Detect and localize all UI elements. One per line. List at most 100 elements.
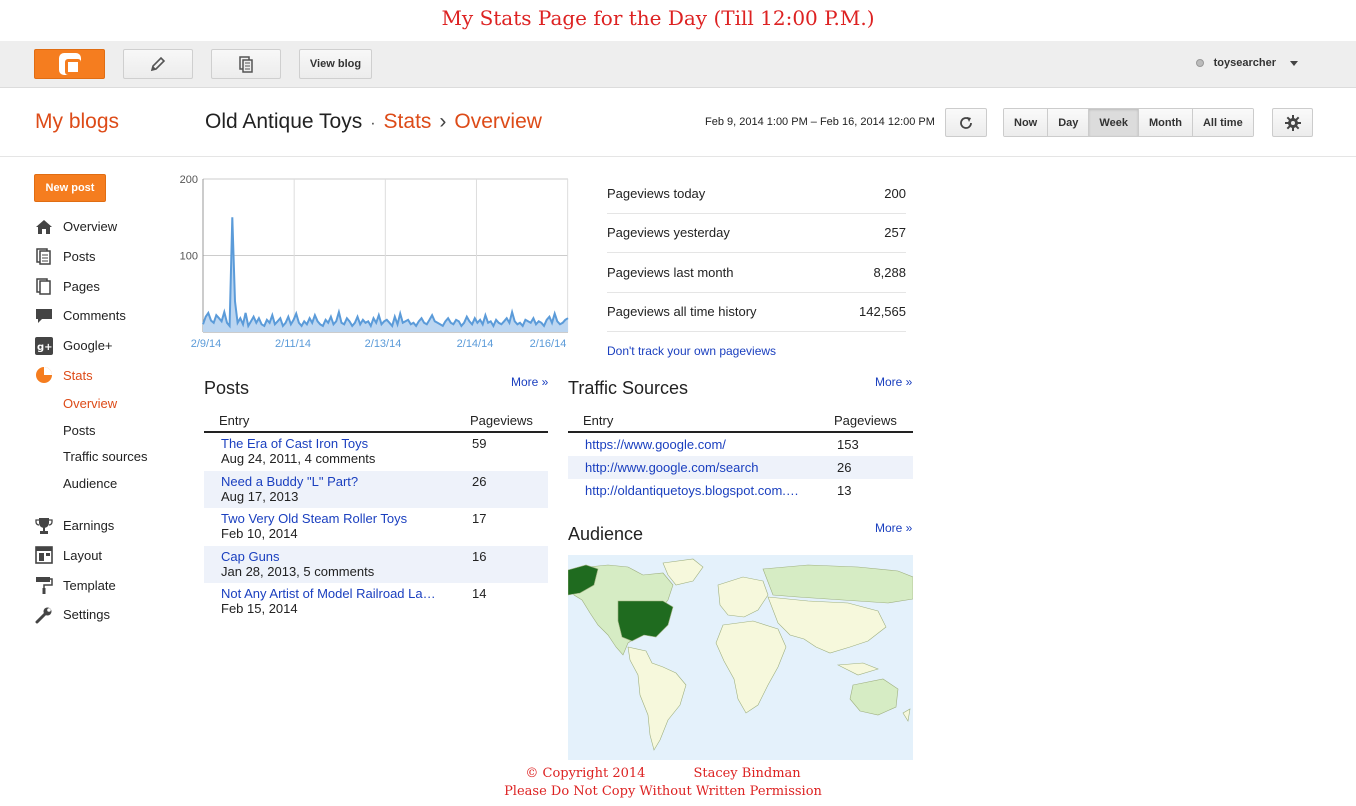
column-header-entry: Entry xyxy=(219,412,250,428)
sidebar-subitem-overview[interactable]: Overview xyxy=(34,390,184,417)
stat-value: 142,565 xyxy=(859,304,906,320)
range-month-button[interactable]: Month xyxy=(1138,109,1193,136)
blog-name: Old Antique Toys xyxy=(205,110,363,133)
post-title-link[interactable]: Two Very Old Steam Roller Toys xyxy=(221,511,457,526)
stat-label: Pageviews all time history xyxy=(607,304,757,320)
posts-icon xyxy=(34,248,54,266)
posts-table: Entry Pageviews The Era of Cast Iron Toy… xyxy=(204,409,548,621)
sidebar-item-label: Earnings xyxy=(63,518,115,534)
settings-gear-button[interactable] xyxy=(1272,108,1313,137)
sidebar-item-overview[interactable]: Overview xyxy=(34,212,184,242)
y-tick-label: 100 xyxy=(180,251,198,263)
stat-value: 200 xyxy=(884,185,906,201)
post-title-link[interactable]: Need a Buddy "L" Part? xyxy=(221,474,457,489)
traffic-pageviews: 153 xyxy=(837,437,859,452)
sidebar-subitem-traffic-sources[interactable]: Traffic sources xyxy=(34,444,184,471)
posts-more-link[interactable]: More » xyxy=(511,375,548,389)
audience-world-map xyxy=(568,555,913,760)
sidebar-item-template[interactable]: Template xyxy=(34,570,184,600)
sidebar-subitem-audience[interactable]: Audience xyxy=(34,470,184,497)
comments-icon xyxy=(34,307,54,325)
blogger-home-button[interactable] xyxy=(34,49,105,79)
breadcrumb-stats[interactable]: Stats xyxy=(384,110,432,134)
post-pageviews: 14 xyxy=(472,586,487,602)
table-row: Need a Buddy "L" Part? Aug 17, 2013 26 xyxy=(204,470,548,509)
sidebar-item-earnings[interactable]: Earnings xyxy=(34,511,184,541)
post-meta: Aug 24, 2011, 4 comments xyxy=(221,451,376,466)
audience-title: Audience xyxy=(568,524,644,544)
range-day-button[interactable]: Day xyxy=(1048,109,1090,136)
post-title-link[interactable]: Cap Guns xyxy=(221,549,457,564)
stats-icon xyxy=(34,366,54,384)
breadcrumb-separator: · xyxy=(370,115,376,132)
svg-text:g+: g+ xyxy=(37,342,53,353)
post-pageviews: 59 xyxy=(472,436,487,451)
sidebar-item-pages[interactable]: Pages xyxy=(34,271,184,301)
new-post-pencil-button[interactable] xyxy=(123,49,193,79)
status-dot-icon xyxy=(1195,59,1204,67)
traffic-pageviews: 26 xyxy=(837,460,852,475)
stat-row: Pageviews all time history 142,565 xyxy=(607,293,906,332)
trophy-icon xyxy=(34,517,54,535)
dont-track-link[interactable]: Don't track your own pageviews xyxy=(607,344,906,358)
sidebar-item-label: Layout xyxy=(63,547,103,563)
sidebar-item-posts[interactable]: Posts xyxy=(34,242,184,272)
y-tick-label: 200 xyxy=(180,174,198,186)
range-selector: Now Day Week Month All time xyxy=(1003,108,1254,137)
copyright-year: © Copyright 2014 xyxy=(525,766,646,781)
post-title-link[interactable]: Not Any Artist of Model Railroad La… xyxy=(221,586,457,601)
table-row: The Era of Cast Iron Toys Aug 24, 2011, … xyxy=(204,433,548,471)
post-meta: Feb 10, 2014 xyxy=(221,526,298,542)
my-blogs-link[interactable]: My blogs xyxy=(35,110,119,134)
traffic-more-link[interactable]: More » xyxy=(875,375,912,389)
documents-icon xyxy=(239,56,253,73)
traffic-source-link[interactable]: https://www.google.com/ xyxy=(568,437,837,452)
traffic-source-link[interactable]: http://oldantiquetoys.blogspot.com.… xyxy=(568,483,837,498)
post-meta: Feb 15, 2014 xyxy=(221,601,298,617)
view-blog-button[interactable]: View blog xyxy=(299,49,372,79)
stat-row: Pageviews last month 8,288 xyxy=(607,253,906,293)
sidebar-item-label: Comments xyxy=(63,308,126,324)
stats-header: My blogs Old Antique Toys · Stats › Over… xyxy=(0,89,1356,157)
wrench-icon xyxy=(34,606,54,624)
sidebar-subitem-posts[interactable]: Posts xyxy=(34,417,184,444)
stat-label: Pageviews today xyxy=(607,185,706,201)
copyright-notice: © Copyright 2014 Stacey Bindman Please Do… xyxy=(0,765,1326,801)
pencil-icon xyxy=(150,56,166,72)
sidebar-item-label: Overview xyxy=(63,219,118,235)
sidebar-item-comments[interactable]: Comments xyxy=(34,301,184,331)
post-meta: Aug 17, 2013 xyxy=(221,488,299,504)
post-title-link[interactable]: The Era of Cast Iron Toys xyxy=(221,436,457,451)
date-range: Feb 9, 2014 1:00 PM – Feb 16, 2014 12:00… xyxy=(705,116,935,128)
pages-icon xyxy=(34,277,54,295)
traffic-sources-title: Traffic Sources xyxy=(568,378,689,398)
copyright-author: Stacey Bindman xyxy=(693,766,801,781)
table-header: Entry Pageviews xyxy=(204,409,548,433)
refresh-button[interactable] xyxy=(945,108,987,137)
sidebar-item-settings[interactable]: Settings xyxy=(34,600,184,630)
traffic-source-link[interactable]: http://www.google.com/search xyxy=(568,460,837,475)
breadcrumb: Old Antique Toys · Stats › Overview xyxy=(205,110,542,134)
range-now-button[interactable]: Now xyxy=(1004,109,1049,136)
posts-list-button[interactable] xyxy=(211,49,281,79)
stat-label: Pageviews last month xyxy=(607,264,734,280)
stat-row: Pageviews today 200 xyxy=(607,174,906,214)
new-post-button[interactable]: New post xyxy=(34,174,106,202)
table-header: Entry Pageviews xyxy=(568,409,913,433)
range-all-time-button[interactable]: All time xyxy=(1192,109,1253,136)
username: toysearcher xyxy=(1213,57,1276,69)
top-bar: View blog toysearcher xyxy=(0,41,1356,88)
home-icon xyxy=(34,218,54,236)
account-menu[interactable]: toysearcher xyxy=(1195,57,1298,69)
copyright-warning: Please Do Not Copy Without Written Permi… xyxy=(504,784,822,799)
sidebar-item-stats[interactable]: Stats xyxy=(34,360,184,390)
table-row: http://www.google.com/search 26 xyxy=(568,456,913,479)
range-week-button[interactable]: Week xyxy=(1089,109,1139,136)
gear-icon xyxy=(1284,114,1301,131)
sidebar-item-layout[interactable]: Layout xyxy=(34,541,184,571)
post-pageviews: 26 xyxy=(472,473,487,489)
pageview-stats: Pageviews today 200 Pageviews yesterday … xyxy=(607,174,906,358)
stat-label: Pageviews yesterday xyxy=(607,225,730,241)
audience-more-link[interactable]: More » xyxy=(875,521,912,535)
sidebar-item-google-plus[interactable]: g+ Google+ xyxy=(34,331,184,361)
